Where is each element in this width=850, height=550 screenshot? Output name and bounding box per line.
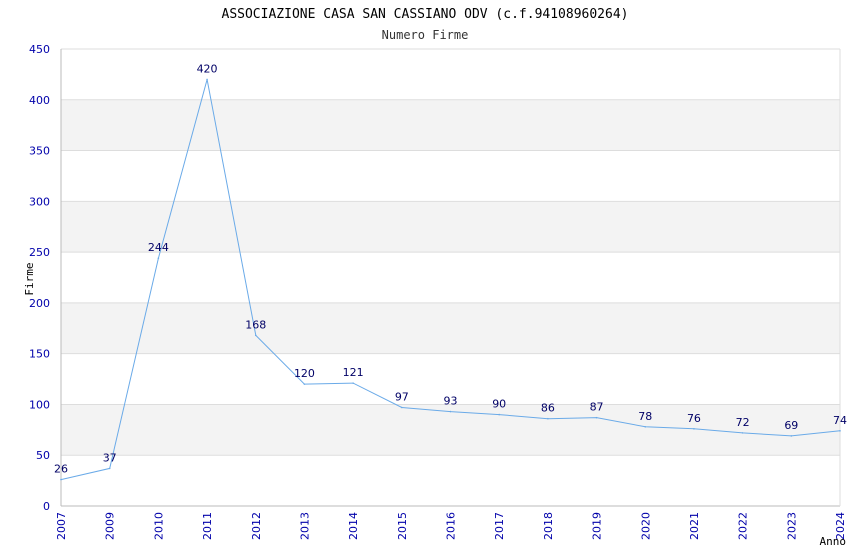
chart-subtitle: Numero Firme xyxy=(382,28,469,42)
data-point xyxy=(839,430,841,432)
data-label: 168 xyxy=(245,318,266,331)
x-tick-label: 2009 xyxy=(104,512,117,540)
background-band xyxy=(61,302,840,354)
x-tick-label: 2007 xyxy=(55,512,68,540)
x-tick-label: 2021 xyxy=(688,512,701,540)
data-point xyxy=(595,416,598,419)
data-label: 97 xyxy=(395,390,409,403)
background-band xyxy=(61,99,840,151)
x-axis-title: Anno xyxy=(820,535,847,548)
line-chart: ASSOCIAZIONE CASA SAN CASSIANO ODV (c.f.… xyxy=(23,7,847,548)
data-label: 72 xyxy=(736,416,750,429)
data-label: 121 xyxy=(343,366,364,379)
data-point xyxy=(157,257,160,260)
y-tick-label: 50 xyxy=(36,449,50,462)
data-point xyxy=(790,435,793,437)
y-tick-label: 200 xyxy=(29,297,50,310)
data-label: 86 xyxy=(541,402,555,415)
data-point xyxy=(401,406,403,409)
y-tick-label: 400 xyxy=(29,94,50,107)
data-label: 37 xyxy=(103,451,117,464)
x-tick-label: 2019 xyxy=(591,512,604,540)
y-tick-label: 300 xyxy=(29,195,50,208)
x-tick-label: 2015 xyxy=(396,512,409,540)
data-label: 93 xyxy=(444,395,458,408)
y-tick-label: 250 xyxy=(29,246,50,259)
data-point xyxy=(498,413,500,416)
x-tick-label: 2018 xyxy=(542,512,555,540)
data-label: 120 xyxy=(294,367,315,380)
x-tick-label: 2010 xyxy=(152,512,165,540)
x-tick-label: 2012 xyxy=(250,512,263,540)
x-tick-label: 2017 xyxy=(493,512,506,540)
y-tick-label: 350 xyxy=(29,145,50,158)
data-point xyxy=(108,467,111,470)
y-tick-label: 150 xyxy=(29,348,50,361)
data-label: 87 xyxy=(590,401,604,414)
y-tick-label: 100 xyxy=(29,398,50,411)
data-label: 244 xyxy=(148,241,169,254)
data-point xyxy=(303,383,306,385)
data-label: 69 xyxy=(784,419,798,432)
data-label: 78 xyxy=(638,410,652,423)
x-tick-label: 2011 xyxy=(201,512,214,540)
x-tick-label: 2022 xyxy=(737,512,750,540)
data-point xyxy=(352,382,354,384)
data-point xyxy=(741,432,744,434)
data-label: 76 xyxy=(687,412,701,425)
y-axis-title: Firme xyxy=(23,262,36,295)
data-point xyxy=(206,78,208,81)
x-tick-label: 2014 xyxy=(347,512,360,540)
data-label: 90 xyxy=(492,398,506,411)
data-point xyxy=(254,334,257,337)
x-tick-label: 2013 xyxy=(298,512,311,540)
data-label: 74 xyxy=(833,414,847,427)
data-label: 420 xyxy=(197,62,218,75)
data-point xyxy=(644,425,647,428)
data-point xyxy=(547,417,549,420)
x-axis-tick-labels: 2007 2009 2010 2011 2012 2013 2014 2015 2016 2017… xyxy=(55,512,847,540)
chart-title: ASSOCIAZIONE CASA SAN CASSIANO ODV (c.f.… xyxy=(222,7,629,22)
x-tick-label: 2020 xyxy=(639,512,652,540)
data-label: 26 xyxy=(54,463,68,476)
background-band xyxy=(61,201,840,253)
x-tick-label: 2023 xyxy=(785,512,798,540)
data-point xyxy=(449,410,452,413)
x-tick-label: 2016 xyxy=(445,512,458,540)
data-point xyxy=(60,478,62,481)
y-tick-label: 0 xyxy=(43,500,50,513)
y-tick-label: 450 xyxy=(29,43,50,56)
data-point xyxy=(693,428,695,430)
